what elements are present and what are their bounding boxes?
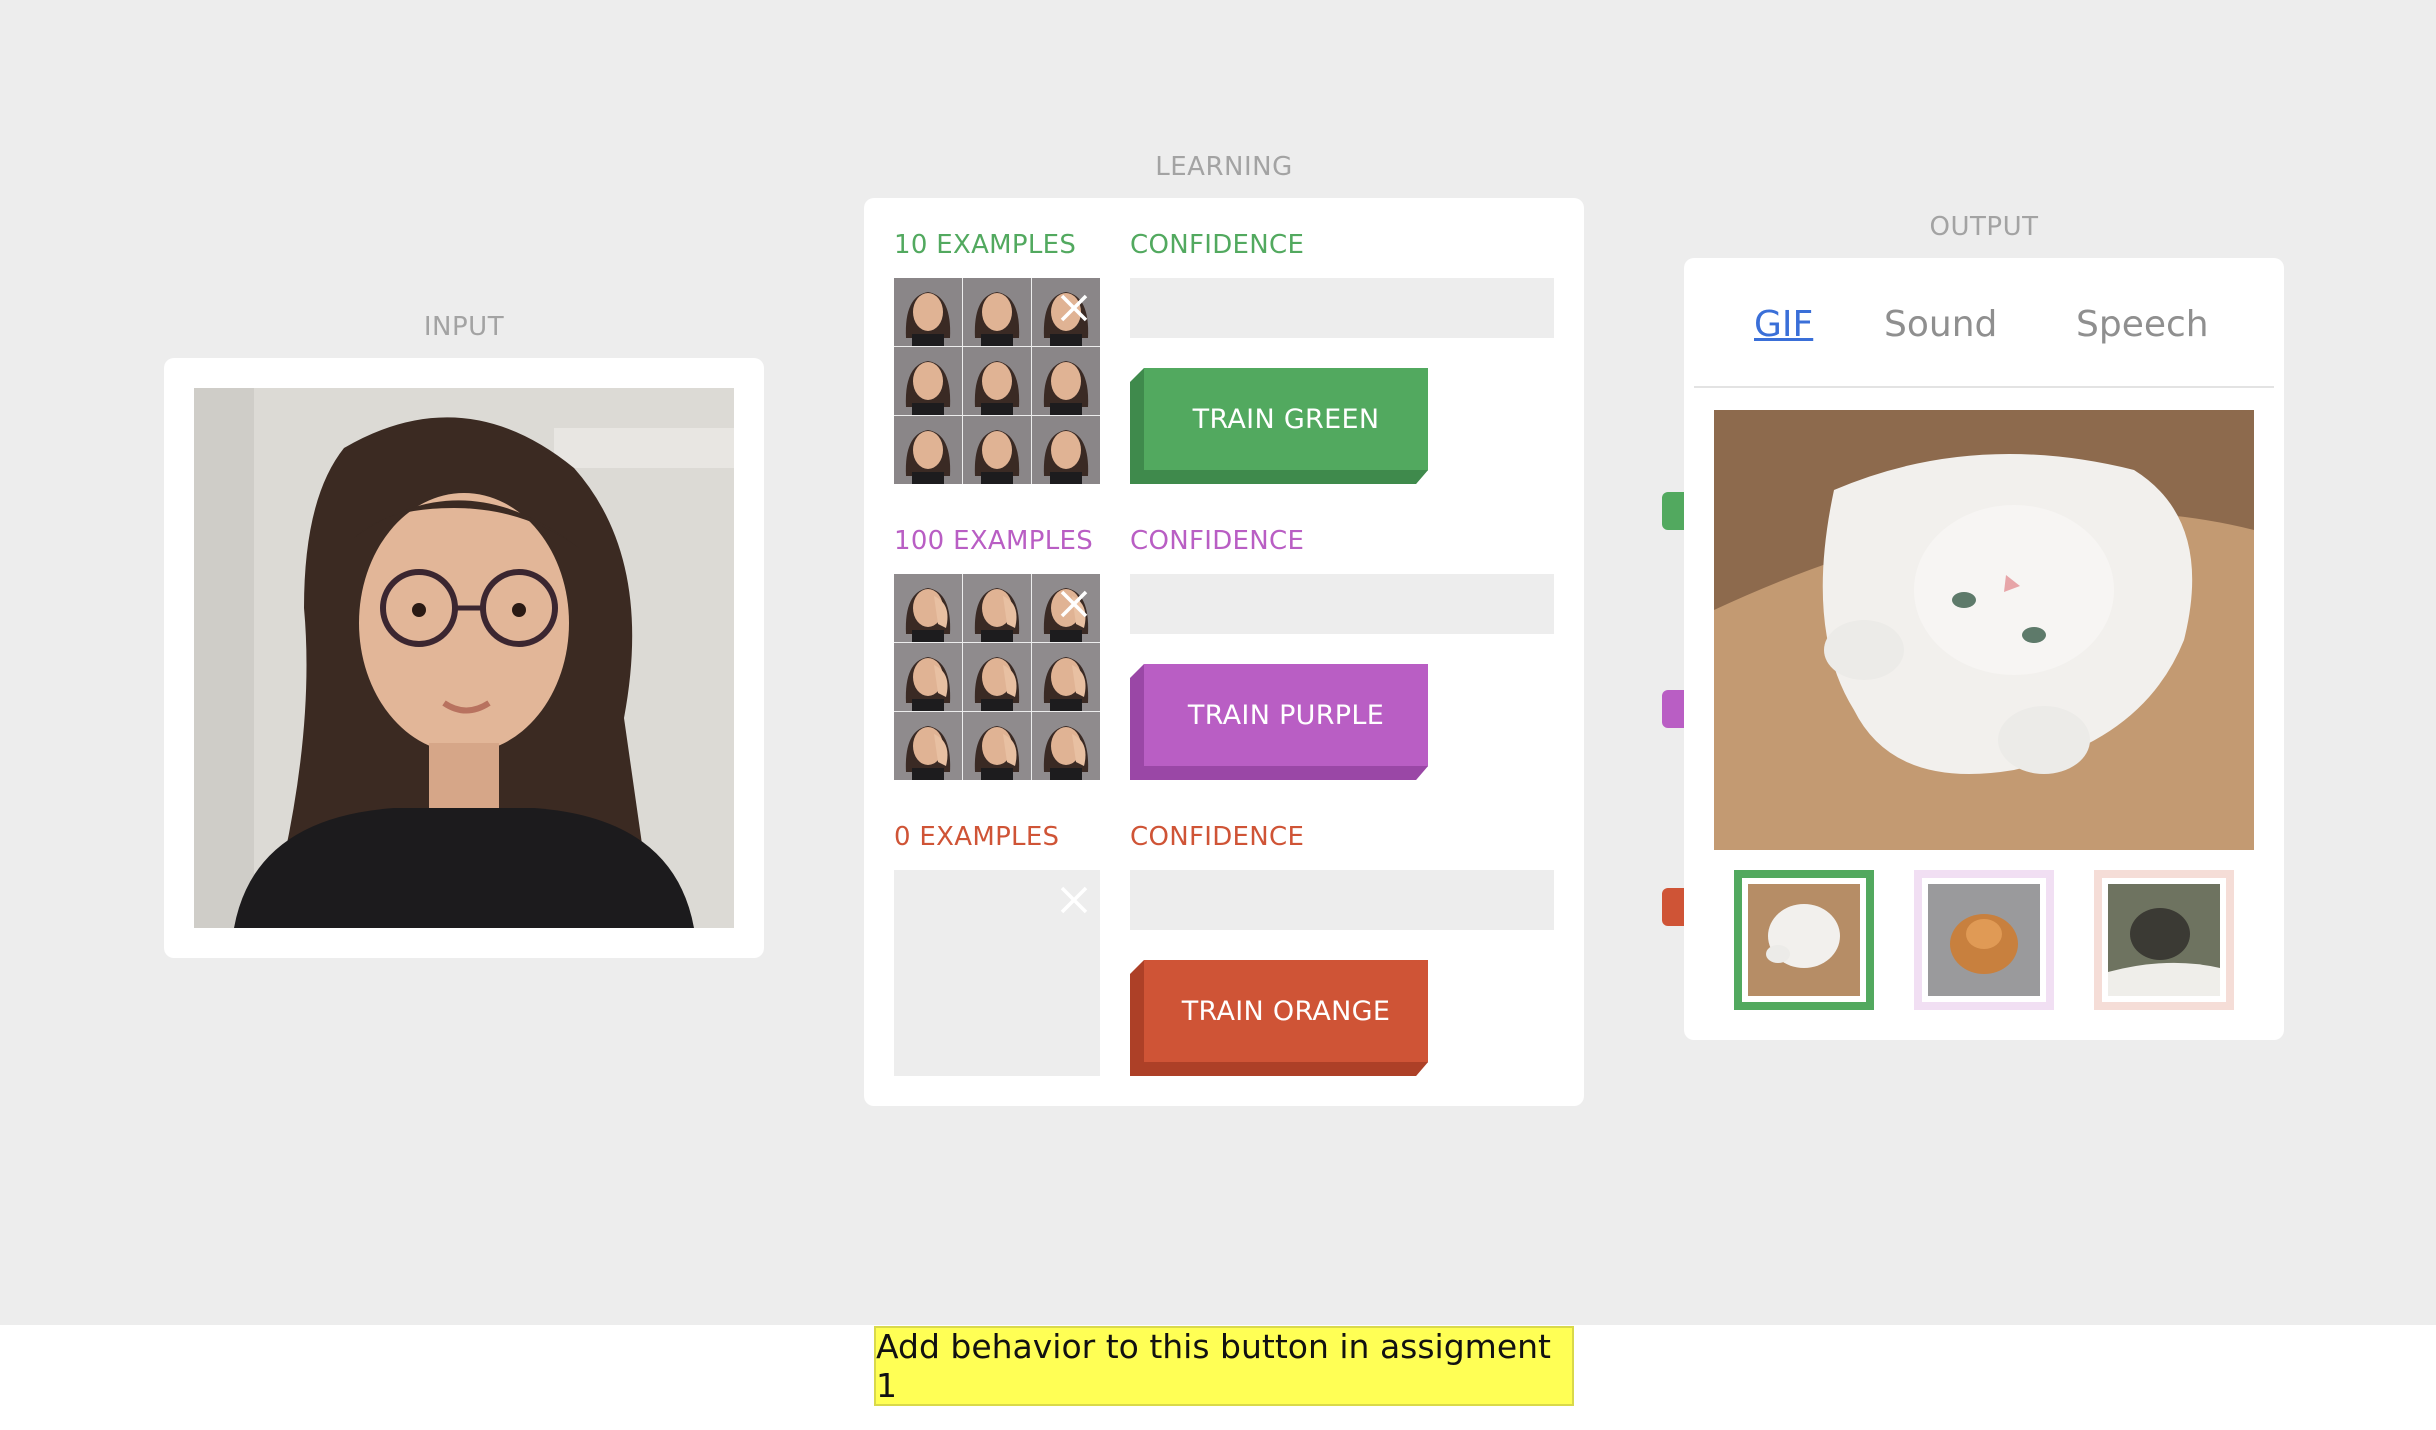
input-section-title: INPUT <box>423 312 505 342</box>
webcam-feed <box>194 388 734 928</box>
gif-thumbnail <box>1748 884 1860 996</box>
tab-speech[interactable]: Speech <box>2076 304 2209 345</box>
button-label: TRAIN PURPLE <box>1144 664 1428 766</box>
class-indicator-purple <box>1662 690 1684 728</box>
tab-sound[interactable]: Sound <box>1884 304 1997 345</box>
confidence-label: CONFIDENCE <box>1130 822 1305 852</box>
class-indicator-orange <box>1662 888 1684 926</box>
app-stage: INPUT LEARNING 10 EXAMPLES CONFIDENCE TR… <box>0 0 2436 1325</box>
confidence-label: CONFIDENCE <box>1130 526 1305 556</box>
class-row-green: 10 EXAMPLES CONFIDENCE TRAIN GREEN <box>864 198 1584 494</box>
close-icon[interactable] <box>1056 586 1092 622</box>
assignment-button[interactable]: Add behavior to this button in assigment… <box>874 1326 1574 1406</box>
class-row-purple: 100 EXAMPLES CONFIDENCE TRAIN PURPLE <box>864 494 1584 790</box>
output-section-title: OUTPUT <box>1929 212 2039 242</box>
output-gif <box>1714 410 2254 850</box>
learning-card: 10 EXAMPLES CONFIDENCE TRAIN GREEN 100 E… <box>864 198 1584 1106</box>
gif-thumbnail <box>1928 884 2040 996</box>
class-indicator-green <box>1662 492 1684 530</box>
button-label: TRAIN GREEN <box>1144 368 1428 470</box>
confidence-bar <box>1130 574 1554 634</box>
examples-count-label: 0 EXAMPLES <box>894 822 1060 852</box>
train-orange-button[interactable]: TRAIN ORANGE <box>1130 960 1428 1076</box>
output-card: GIF Sound Speech <box>1684 258 2284 1040</box>
example-thumbnails <box>894 574 1100 780</box>
close-icon[interactable] <box>1056 290 1092 326</box>
output-tabs: GIF Sound Speech <box>1694 258 2274 388</box>
button-label: TRAIN ORANGE <box>1144 960 1428 1062</box>
input-card <box>164 358 764 958</box>
class-row-orange: 0 EXAMPLES CONFIDENCE TRAIN ORANGE <box>864 790 1584 1086</box>
examples-count-label: 10 EXAMPLES <box>894 230 1077 260</box>
gif-choice-purple[interactable] <box>1914 870 2054 1010</box>
example-thumbnails <box>894 278 1100 484</box>
gif-choice-green[interactable] <box>1734 870 1874 1010</box>
example-thumbnails <box>894 870 1100 1076</box>
learning-section-title: LEARNING <box>1155 152 1293 182</box>
confidence-bar <box>1130 278 1554 338</box>
examples-count-label: 100 EXAMPLES <box>894 526 1094 556</box>
train-green-button[interactable]: TRAIN GREEN <box>1130 368 1428 484</box>
gif-choice-orange[interactable] <box>2094 870 2234 1010</box>
close-icon[interactable] <box>1056 882 1092 918</box>
tab-gif[interactable]: GIF <box>1754 304 1813 345</box>
train-purple-button[interactable]: TRAIN PURPLE <box>1130 664 1428 780</box>
confidence-label: CONFIDENCE <box>1130 230 1305 260</box>
confidence-bar <box>1130 870 1554 930</box>
gif-thumbnail <box>2108 884 2220 996</box>
